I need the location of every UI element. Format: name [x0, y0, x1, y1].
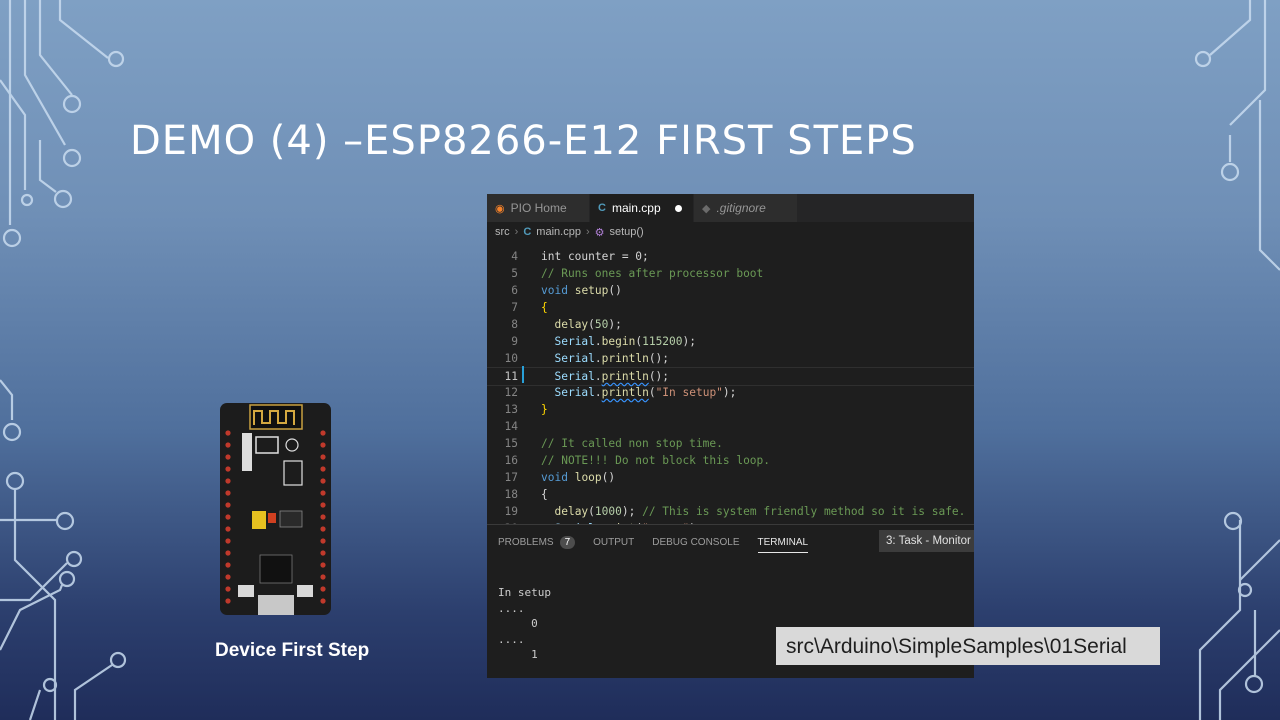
cpp-file-icon: C: [523, 226, 532, 238]
line-number: 4: [511, 250, 518, 263]
tab-label: TERMINAL: [757, 536, 809, 548]
code-line[interactable]: 16 // NOTE!!! Do not block this loop.: [487, 452, 974, 469]
line-number: 9: [511, 335, 518, 348]
code-line-text: // NOTE!!! Do not block this loop.: [541, 454, 771, 467]
line-number: 5: [511, 267, 518, 280]
nodemcu-board-image: [220, 403, 331, 615]
code-line[interactable]: 10 Serial.println();: [487, 350, 974, 367]
tab-problems[interactable]: PROBLEMS 7: [498, 525, 576, 559]
tab-label: OUTPUT: [593, 536, 635, 548]
code-editor-window: ◉ PIO Home C main.cpp ◆ .gitignore src ›…: [487, 194, 974, 678]
line-number: 7: [511, 301, 518, 314]
code-line[interactable]: 13}: [487, 401, 974, 418]
tab-label: main.cpp: [611, 201, 661, 215]
code-line[interactable]: 8 delay(50);: [487, 316, 974, 333]
line-number: 6: [511, 284, 518, 297]
code-line-text: Serial.println();: [554, 370, 670, 383]
code-line-text: {: [541, 301, 548, 314]
line-number: 18: [504, 488, 518, 501]
unsaved-dot-icon[interactable]: [674, 204, 682, 212]
problems-count-badge: 7: [559, 535, 576, 549]
editor-tab-bar: ◉ PIO Home C main.cpp ◆ .gitignore: [487, 194, 974, 222]
platformio-icon: ◉: [495, 202, 505, 215]
code-line-text: }: [541, 403, 548, 416]
code-line[interactable]: 9 Serial.begin(115200);: [487, 333, 974, 350]
tab-label: PIO Home: [510, 201, 567, 215]
tab-label: DEBUG CONSOLE: [652, 536, 740, 548]
line-number: 19: [504, 505, 518, 518]
code-line-text: Serial.begin(115200);: [554, 335, 696, 348]
terminal-select-dropdown[interactable]: 3: Task - Monitor: [879, 530, 974, 552]
line-number: 10: [504, 352, 518, 365]
slide-title-text: Demo (4) –ESP8266-E12 first steps: [130, 118, 917, 164]
tab-terminal[interactable]: TERMINAL: [757, 525, 809, 559]
breadcrumb-symbol[interactable]: setup(): [609, 226, 643, 238]
code-line-text: Serial.println();: [554, 352, 670, 365]
code-line[interactable]: 15 // It called non stop time.: [487, 435, 974, 452]
code-line[interactable]: 4: [487, 248, 974, 265]
code-line[interactable]: 7{: [487, 299, 974, 316]
code-line[interactable]: 17 void loop(): [487, 469, 974, 486]
line-number: 13: [504, 403, 518, 416]
tab-main-cpp[interactable]: C main.cpp: [590, 194, 694, 222]
code-line-text: // Runs ones after processor boot: [541, 267, 764, 280]
code-line-text: void loop(): [541, 471, 616, 484]
terminal-output: In setup .... 0 .... 1: [498, 586, 551, 661]
chevron-right-icon: ›: [514, 226, 519, 238]
breadcrumb-folder[interactable]: src: [495, 226, 510, 238]
code-line-text: delay(50);: [554, 318, 622, 331]
code-line[interactable]: 14: [487, 418, 974, 435]
code-line[interactable]: 19 delay(1000); // This is system friend…: [487, 503, 974, 520]
tab-debug-console[interactable]: DEBUG CONSOLE: [652, 525, 739, 559]
tab-label: PROBLEMS: [498, 536, 554, 548]
board-caption: Device First Step: [215, 640, 370, 661]
line-number: 15: [504, 437, 518, 450]
code-line-text: delay(1000); // This is system friendly …: [554, 505, 966, 518]
code-line-text: void setup(): [541, 284, 622, 297]
current-line-indicator: [522, 366, 524, 383]
breadcrumb-file[interactable]: main.cpp: [536, 226, 581, 238]
chevron-right-icon: ›: [585, 226, 590, 238]
code-area[interactable]: int counter = 0; 4 5// Runs ones after pr…: [487, 242, 974, 524]
git-icon: ◆: [702, 202, 711, 215]
code-line-text: // It called non stop time.: [541, 437, 723, 450]
tab-gitignore[interactable]: ◆ .gitignore: [694, 194, 798, 222]
line-number: 11: [504, 370, 518, 383]
slide-title: Demo (4) –ESP8266-E12 first steps: [130, 118, 917, 164]
code-line[interactable]: 5 // Runs ones after processor boot: [487, 265, 974, 282]
code-line[interactable]: 12 Serial.println("In setup");: [487, 384, 974, 401]
code-line[interactable]: 6 void setup(): [487, 282, 974, 299]
code-line[interactable]: 18 {: [487, 486, 974, 503]
tab-output[interactable]: OUTPUT: [593, 525, 634, 559]
line-number: 16: [504, 454, 518, 467]
line-number: 8: [511, 318, 518, 331]
source-path-label: src\Arduino\SimpleSamples\01Serial: [776, 627, 1160, 665]
code-line-text: Serial.println("In setup");: [554, 386, 737, 399]
tab-pio-home[interactable]: ◉ PIO Home: [487, 194, 590, 222]
code-line-text: {: [541, 488, 548, 501]
cpp-file-icon: C: [598, 202, 606, 214]
tab-label: .gitignore: [716, 201, 766, 215]
breadcrumb: src › C main.cpp › ⚙ setup(): [487, 222, 974, 242]
line-number: 12: [504, 386, 518, 399]
line-number: 14: [504, 420, 518, 433]
line-number: 17: [504, 471, 518, 484]
function-icon: ⚙: [594, 226, 605, 239]
